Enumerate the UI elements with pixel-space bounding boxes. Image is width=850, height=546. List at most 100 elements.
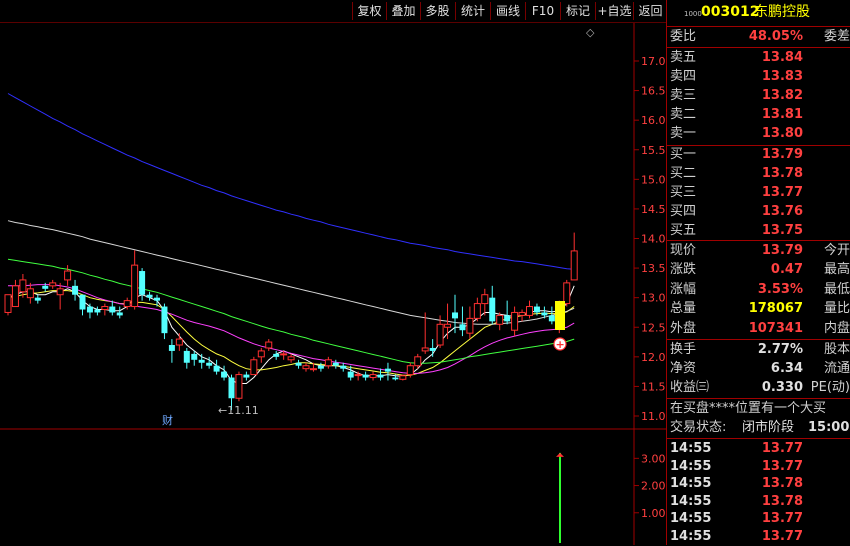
candle-body [183, 350, 190, 363]
divider [667, 240, 850, 241]
diamond-icon[interactable]: ◇ [586, 26, 595, 39]
toolbar-f10[interactable]: F10 [525, 2, 560, 20]
candle-body [473, 303, 481, 319]
trade-status-value: 闭市阶段 [742, 420, 795, 435]
stock-code: 003012 [701, 4, 760, 20]
candle-body [34, 297, 41, 301]
divider [667, 438, 850, 439]
kline-chart[interactable]: 17.00 16.50 16.00 15.50 15.00 14.50 14.00 13.50… [0, 0, 666, 545]
candle-body [347, 371, 354, 378]
quote-label: 总量 [670, 301, 697, 317]
candle-body [384, 368, 391, 372]
candle-body [26, 288, 34, 299]
finance-marker[interactable]: 财 [162, 413, 173, 427]
candle-body [563, 282, 571, 305]
code-prefix: 1000 [684, 10, 702, 18]
tick-price: 13.77 [761, 458, 803, 474]
price-tick-label: 16.00 [641, 114, 666, 127]
candle-body [123, 300, 131, 308]
price-tick-label: 11.00 [641, 410, 666, 423]
candle-body [511, 311, 519, 331]
stat-label: 换手 [670, 342, 697, 357]
quote-label: 涨跌 [670, 262, 697, 278]
candle-body [481, 294, 489, 305]
candle-body [362, 374, 369, 378]
divider [667, 47, 850, 48]
tick-time: 14:55 [670, 458, 712, 474]
candle-body [518, 311, 526, 316]
ask-label: 卖四 [670, 69, 697, 84]
ask-label: 卖三 [670, 88, 697, 103]
tick-price: 13.77 [761, 511, 803, 526]
ask-price: 13.80 [761, 126, 803, 141]
toolbar-multi-stock[interactable]: 多股 [420, 2, 454, 20]
stat-row: 净资 6.34 流通 [667, 360, 850, 378]
price-tick-label: 11.50 [641, 380, 666, 393]
ask-row: 卖一 13.80 [667, 125, 850, 143]
quote-value: 3.53% [757, 281, 803, 297]
weibi-label: 委比 [670, 29, 697, 44]
candle-body [421, 347, 429, 352]
toolbar-overlay[interactable]: 叠加 [386, 2, 420, 20]
price-tick-label: 15.00 [641, 173, 666, 186]
quote-label2: 今开 [823, 243, 850, 258]
candle-body [221, 371, 228, 378]
ask-row: 卖二 13.81 [667, 106, 850, 124]
stat-value: 6.34 [770, 361, 803, 376]
volume-tick-label: 2.00 [641, 480, 666, 493]
low-price-label: ←11.11 [218, 404, 259, 417]
bid-label: 买一 [670, 147, 697, 162]
quote-row: 涨幅 3.53% 最低 [667, 281, 850, 299]
price-tick-label: 12.00 [641, 351, 666, 364]
tick-row: 14:55 13.77 [667, 510, 850, 528]
stat-label: 收益㈢ [670, 380, 710, 395]
price-tick-label: 16.50 [641, 85, 666, 98]
candle-body [317, 365, 324, 369]
candle-body [340, 365, 347, 369]
divider [667, 26, 850, 27]
ask-price: 13.82 [761, 88, 803, 103]
bid-row: 买四 13.76 [667, 203, 850, 221]
price-tick-label: 12.50 [641, 321, 666, 334]
candle-body [109, 306, 116, 313]
candle-body [243, 374, 250, 378]
quote-value: 107341 [748, 320, 803, 336]
bid-row: 买五 13.75 [667, 222, 850, 240]
tick-price: 13.78 [761, 493, 803, 509]
bid-price: 13.79 [761, 147, 803, 162]
stat-label2: 流通 [823, 361, 850, 376]
candle-body [570, 250, 578, 281]
toolbar-statistics[interactable]: 统计 [455, 2, 490, 20]
bid-row: 买一 13.79 [667, 146, 850, 164]
price-tick-label: 14.50 [641, 203, 666, 216]
toolbar-restore-rights[interactable]: 复权 [352, 2, 386, 20]
ask-row: 卖五 13.84 [667, 49, 850, 67]
quote-label: 外盘 [670, 320, 697, 336]
quote-panel: 1000 003012 东鹏控股 委比 48.05% 委差 卖五 13.84 卖四 1… [666, 0, 850, 545]
candle-body [541, 312, 548, 316]
tick-time: 14:55 [670, 476, 712, 491]
quote-label2: 最高 [823, 262, 850, 278]
toolbar-draw-line[interactable]: 画线 [490, 2, 525, 20]
quote-value: 178067 [748, 301, 803, 317]
toolbar-back[interactable]: 返回 [633, 2, 667, 20]
tick-row: 14:55 13.77 [667, 458, 850, 476]
quote-label: 涨幅 [670, 281, 697, 297]
candle-body [533, 306, 540, 313]
candle-body [139, 271, 146, 295]
toolbar-add-favorite[interactable]: +自选 [595, 2, 633, 20]
candle-body [399, 375, 407, 380]
notice-row[interactable]: 在买盘****位置有一个大买 [667, 400, 850, 418]
candle-body [116, 312, 123, 316]
candle-body [265, 341, 273, 349]
stock-header: 1000 003012 东鹏控股 [667, 2, 850, 24]
weicha-label: 委差 [823, 29, 850, 44]
candle-body [94, 309, 101, 313]
candle-body [548, 315, 555, 322]
ask-label: 卖二 [670, 107, 697, 122]
price-tick-label: 14.00 [641, 233, 666, 246]
stat-value: 2.77% [757, 342, 803, 357]
tick-row: 14:55 13.77 [667, 440, 850, 458]
candle-body [489, 297, 496, 322]
toolbar-mark[interactable]: 标记 [560, 2, 595, 20]
